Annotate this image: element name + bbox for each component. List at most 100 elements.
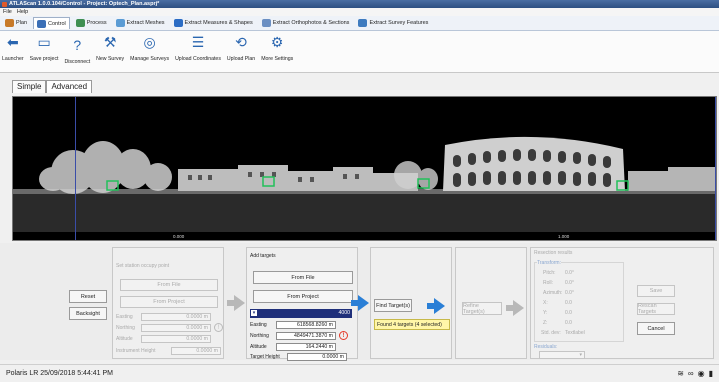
find-targets-panel: Find Target(s) Found 4 targets (4 select… bbox=[370, 247, 452, 359]
wifi-icon: ≋ bbox=[677, 369, 684, 378]
back-arrow-icon: ⬅ bbox=[6, 33, 19, 50]
station-from-project-button[interactable]: From Project bbox=[120, 296, 218, 308]
target-easting-field[interactable]: 618568.8260 m bbox=[276, 321, 336, 329]
upload-coordinates-icon: ☰ bbox=[191, 33, 205, 50]
control-icon bbox=[37, 19, 47, 28]
cancel-button[interactable]: Cancel bbox=[637, 322, 675, 335]
arrow-right-blue-icon bbox=[358, 295, 369, 311]
roll-label: Roll: bbox=[543, 280, 554, 286]
instrument-height-field[interactable]: 0.0000 m bbox=[171, 347, 221, 355]
roll-value: 0.0° bbox=[565, 280, 574, 286]
dropdown-chevron-icon: ▾ bbox=[579, 352, 582, 358]
residuals-dropdown[interactable]: ▾ bbox=[539, 351, 585, 359]
refine-panel: Refine Target(s) bbox=[455, 247, 527, 359]
station-easting-field[interactable]: 0.0000 m bbox=[141, 313, 211, 321]
station-title: Set station occupy point bbox=[116, 263, 170, 269]
measures-icon bbox=[173, 19, 183, 27]
tab-plan[interactable]: Plan bbox=[2, 17, 30, 29]
targets-title: Add targets bbox=[250, 253, 276, 259]
survey-features-icon bbox=[358, 19, 368, 27]
point-cloud-viewport[interactable]: 0.000 1.000 bbox=[12, 96, 717, 241]
upload-coordinates-button[interactable]: ☰ Upload Coordinates bbox=[175, 31, 221, 63]
new-survey-button[interactable]: ⚒ New Survey bbox=[96, 31, 124, 63]
tab-advanced[interactable]: Advanced bbox=[46, 80, 93, 93]
station-easting-label: Easting bbox=[116, 314, 133, 320]
window-title: ATLAScan 1.0.0.104/Control - Project: Op… bbox=[9, 1, 160, 7]
ribbon-tabs: Plan Control Process Extract Meshes Extr… bbox=[0, 16, 719, 31]
target-height-label: Target Height bbox=[250, 354, 280, 360]
resection-title: Resection results bbox=[534, 250, 573, 256]
y-label: Y: bbox=[543, 310, 548, 316]
disconnect-icon: ? bbox=[73, 37, 82, 53]
station-altitude-field[interactable]: 0.0000 m bbox=[141, 335, 211, 343]
refine-targets-button[interactable]: Refine Target(s) bbox=[462, 302, 502, 315]
status-icons: ≋ ∞ ◉ ▮ bbox=[677, 369, 713, 378]
survey-icon: ⚒ bbox=[103, 33, 117, 50]
manage-surveys-button[interactable]: ◎ Manage Surveys bbox=[130, 31, 169, 63]
tab-process[interactable]: Process bbox=[73, 17, 110, 29]
tab-extract-survey[interactable]: Extract Survey Features bbox=[355, 17, 431, 29]
plan-icon bbox=[5, 19, 14, 27]
dropdown-arrow-icon[interactable]: ▾ bbox=[251, 310, 257, 316]
tick-label-left: 0.000 bbox=[173, 234, 185, 239]
z-value: 0.0 bbox=[565, 320, 572, 326]
power-icon: ◉ bbox=[697, 369, 705, 378]
link-icon: ∞ bbox=[687, 369, 694, 378]
tab-simple[interactable]: Simple bbox=[12, 80, 47, 93]
station-altitude-label: Altitude bbox=[116, 336, 133, 342]
find-targets-button[interactable]: Find Target(s) bbox=[374, 299, 412, 312]
title-bar: ATLAScan 1.0.0.104/Control - Project: Op… bbox=[0, 0, 719, 8]
tab-control[interactable]: Control bbox=[33, 17, 70, 29]
x-label: X: bbox=[543, 300, 548, 306]
target-altitude-field[interactable]: 164.2440 m bbox=[276, 343, 336, 351]
mode-tabs: Simple Advanced bbox=[12, 80, 93, 93]
save-project-button[interactable]: ▭ Save project bbox=[30, 31, 59, 63]
std-dev-label: Std. dev: bbox=[541, 330, 561, 336]
transform-group: Transform: Pitch: 0.0° Roll: 0.0° Azimut… bbox=[534, 260, 624, 342]
z-label: Z: bbox=[543, 320, 548, 326]
targets-from-project-button[interactable]: From Project bbox=[253, 290, 353, 303]
targets-from-file-button[interactable]: From File bbox=[253, 271, 353, 284]
info-icon: ! bbox=[214, 323, 223, 332]
upload-plan-button[interactable]: ⟲ Upload Plan bbox=[227, 31, 255, 63]
menu-file[interactable]: File bbox=[3, 9, 12, 15]
backsight-button[interactable]: Backsight bbox=[69, 307, 107, 320]
rescan-targets-button[interactable]: Rescan Targets bbox=[637, 303, 675, 315]
station-northing-label: Northing bbox=[116, 325, 135, 331]
orthophoto-icon bbox=[261, 19, 271, 27]
target-height-field[interactable]: 0.0000 m bbox=[287, 353, 347, 361]
manage-surveys-icon: ◎ bbox=[143, 33, 156, 50]
menu-help[interactable]: Help bbox=[17, 9, 28, 15]
viewport-guide-left bbox=[75, 97, 76, 240]
disconnect-button[interactable]: ? Disconnect bbox=[64, 31, 90, 65]
azimuth-value: 0.0° bbox=[565, 290, 574, 296]
battery-icon: ▮ bbox=[708, 369, 713, 378]
upload-plan-icon: ⟲ bbox=[235, 33, 247, 50]
station-from-file-button[interactable]: From File bbox=[120, 279, 218, 291]
reset-button[interactable]: Reset bbox=[69, 290, 107, 303]
menu-bar: File Help bbox=[0, 8, 719, 16]
save-button[interactable]: Save bbox=[637, 285, 675, 297]
tab-extract-measures[interactable]: Extract Measures & Shapes bbox=[171, 17, 256, 29]
target-altitude-label: Altitude bbox=[250, 344, 267, 350]
process-icon bbox=[75, 19, 85, 27]
tab-extract-orthophotos[interactable]: Extract Orthophotos & Sections bbox=[259, 17, 353, 29]
more-settings-button[interactable]: ⚙ More Settings bbox=[261, 31, 293, 63]
resection-panel: Resection results Transform: Pitch: 0.0°… bbox=[530, 247, 714, 359]
std-dev-value: Textlabel bbox=[565, 330, 585, 336]
tab-extract-meshes[interactable]: Extract Meshes bbox=[113, 17, 168, 29]
found-targets-message: Found 4 targets (4 selected) bbox=[374, 319, 450, 330]
launcher-button[interactable]: ⬅ Launcher bbox=[2, 31, 24, 63]
azimuth-label: Azimuth: bbox=[543, 290, 563, 296]
warning-icon: ! bbox=[339, 331, 348, 340]
app-icon bbox=[2, 1, 7, 7]
control-panel: Reset Backsight Set station occupy point… bbox=[0, 243, 719, 361]
station-northing-field[interactable]: 0.0000 m bbox=[141, 324, 211, 332]
save-icon: ▭ bbox=[37, 33, 51, 50]
target-id-value: 4000 bbox=[338, 310, 350, 316]
target-id-row[interactable]: ▾ 4000 bbox=[250, 309, 352, 318]
target-northing-field[interactable]: 4849471.3870 m bbox=[276, 332, 336, 340]
status-text: Polaris LR 25/09/2018 5:44:41 PM bbox=[6, 370, 114, 377]
ribbon: ⬅ Launcher ▭ Save project ? Disconnect ⚒ New… bbox=[0, 31, 719, 73]
tick-label-right: 1.000 bbox=[558, 234, 570, 239]
